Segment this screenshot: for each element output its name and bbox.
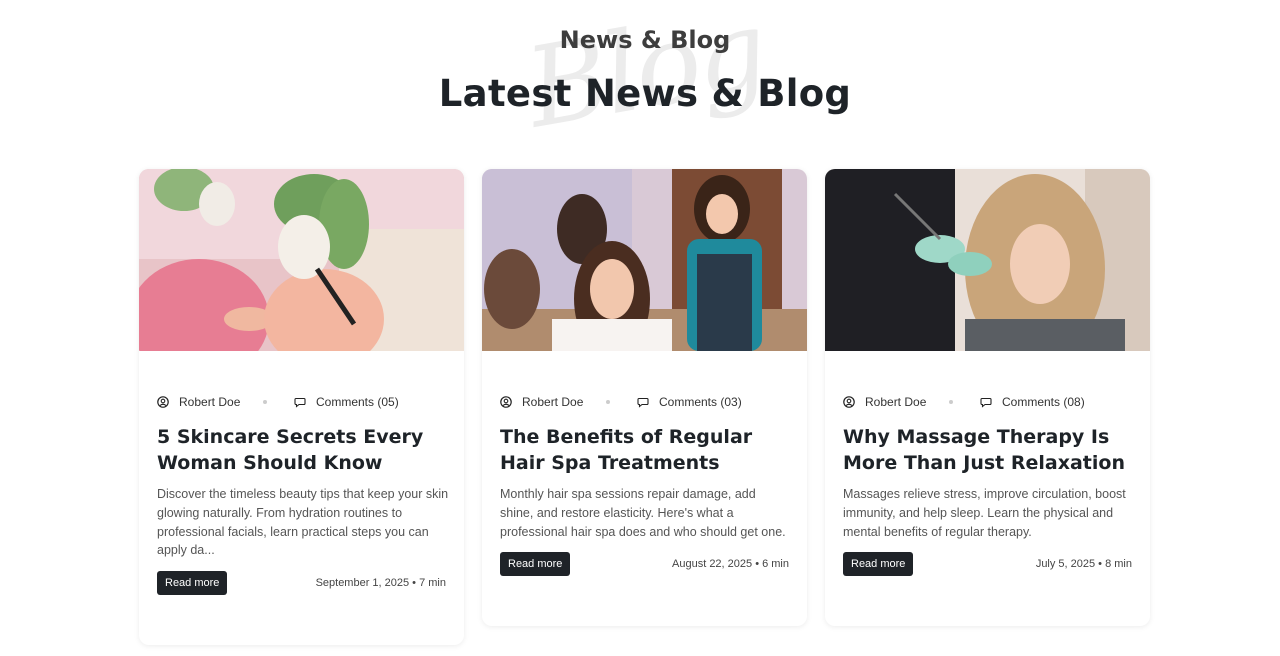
post-meta: Robert Doe Comments (08) [843,395,1132,411]
post-comments[interactable]: Comments (05) [294,395,399,409]
meta-separator [606,400,610,404]
post-author[interactable]: Robert Doe [843,395,926,409]
post-date: August 22, 2025 • 6 min [672,558,789,570]
post-title[interactable]: 5 Skincare Secrets Every Woman Should Kn… [157,424,447,476]
post-excerpt: Massages relieve stress, improve circula… [843,487,1126,539]
post-image[interactable] [139,169,464,351]
section-eyebrow: News & Blog [559,26,731,54]
blog-card: Robert Doe Comments (05) 5 Skincare Secr… [139,169,464,645]
post-image[interactable] [482,169,807,351]
meta-separator [263,400,267,404]
user-icon [157,396,169,408]
post-excerpt: Discover the timeless beauty tips that k… [157,487,449,558]
post-excerpt: Monthly hair spa sessions repair damage,… [500,487,786,539]
comments-count: Comments (08) [1002,395,1085,409]
author-name: Robert Doe [179,395,241,409]
post-image[interactable] [825,169,1150,351]
post-meta: Robert Doe Comments (05) [157,395,446,411]
section-title: Latest News & Blog [438,72,852,115]
post-title[interactable]: The Benefits of Regular Hair Spa Treatme… [500,424,790,476]
post-title[interactable]: Why Massage Therapy Is More Than Just Re… [843,424,1133,476]
post-date: July 5, 2025 • 8 min [1035,558,1132,570]
post-author[interactable]: Robert Doe [157,395,240,409]
user-icon [500,396,512,408]
post-comments[interactable]: Comments (03) [637,395,742,409]
user-icon [843,396,855,408]
post-comments[interactable]: Comments (08) [980,395,1085,409]
comment-icon [980,397,992,408]
section-header: Blog News & Blog Latest News & Blog [0,0,1280,153]
blog-card: Robert Doe Comments (08) Why Massage The… [825,169,1150,626]
comment-icon [637,397,649,408]
comments-count: Comments (05) [316,395,399,409]
read-more-button[interactable]: Read more [500,552,571,576]
read-more-button[interactable]: Read more [157,571,228,595]
post-date: September 1, 2025 • 7 min [315,577,446,589]
comment-icon [294,397,306,408]
author-name: Robert Doe [522,395,584,409]
post-author[interactable]: Robert Doe [500,395,583,409]
read-more-button[interactable]: Read more [843,552,914,576]
blog-card: Robert Doe Comments (03) The Benefits of… [482,169,807,626]
meta-separator [949,400,953,404]
author-name: Robert Doe [865,395,927,409]
post-meta: Robert Doe Comments (03) [500,395,789,411]
comments-count: Comments (03) [659,395,742,409]
